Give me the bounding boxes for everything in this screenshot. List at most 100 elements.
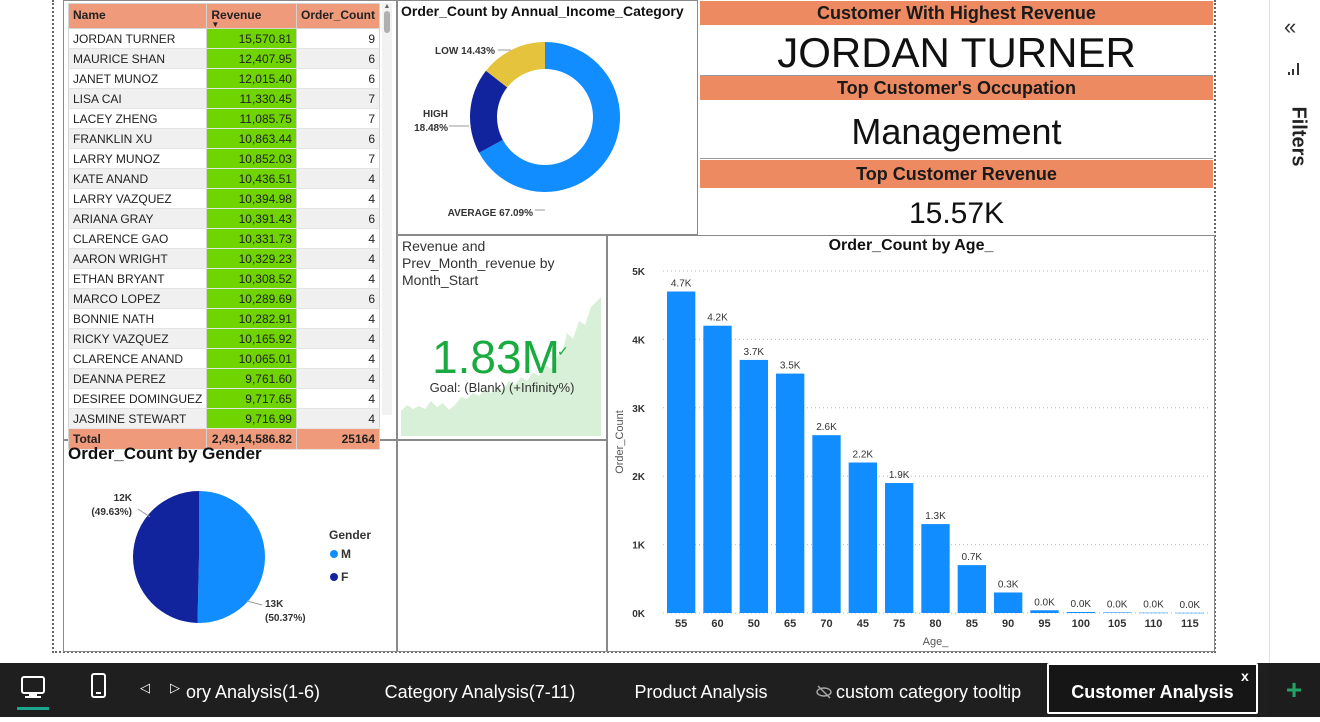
y-tick-label: 4K <box>632 335 646 346</box>
cell-name: DESIREE DOMINGUEZ <box>67 388 208 409</box>
x-tick-label: 80 <box>929 618 941 630</box>
bar-age-105[interactable] <box>1102 612 1132 613</box>
desktop-view-button[interactable] <box>14 663 52 717</box>
filters-pane-label[interactable]: Filters <box>1287 107 1310 167</box>
tab-close-icon[interactable]: x <box>1241 668 1249 684</box>
cell-name: LACEY ZHENG <box>67 108 208 129</box>
income-donut-chart[interactable]: AVERAGE 67.09% HIGH 18.48% LOW 14.43% <box>397 22 697 232</box>
cell-name: MAURICE SHAN <box>67 48 208 69</box>
y-tick-label: 1K <box>632 541 646 552</box>
add-page-button[interactable]: + <box>1268 663 1320 717</box>
cell-revenue: 10,852.03 <box>206 148 297 169</box>
table-row[interactable]: LARRY VAZQUEZ 10,394.98 4 <box>67 188 381 209</box>
bar-age-55[interactable] <box>666 291 696 613</box>
header-name[interactable]: Name <box>67 3 208 29</box>
x-tick-label: 105 <box>1108 618 1126 630</box>
table-row[interactable]: LARRY MUNOZ 10,852.03 7 <box>67 148 381 169</box>
table-row[interactable]: FRANKLIN XU 10,863.44 6 <box>67 128 381 149</box>
gender-pie-chart[interactable]: 13K (50.37%) 12K (49.63%) Gender MF <box>64 465 396 651</box>
bar-age-70[interactable] <box>812 435 841 613</box>
cell-order-count: 6 <box>295 288 381 309</box>
y-axis-title: Order_Count <box>614 410 626 474</box>
table-scrollbar[interactable]: ▲ <box>382 3 392 415</box>
cell-order-count: 6 <box>295 128 381 149</box>
donut-label-high: HIGH 18.48% <box>414 109 448 134</box>
bar-age-95[interactable] <box>1030 610 1059 613</box>
bar-age-80[interactable] <box>921 524 950 613</box>
table-row[interactable]: RICKY VAZQUEZ 10,165.92 4 <box>67 328 381 349</box>
pie-slice-f[interactable] <box>133 491 199 623</box>
gender-pie-title: Order_Count by Gender <box>68 444 262 463</box>
cell-order-count: 6 <box>295 208 381 229</box>
tab-category-analysis-7-11[interactable]: Category Analysis(7-11) <box>370 663 590 717</box>
cell-revenue: 9,716.99 <box>206 408 297 429</box>
pie-percent-label-m: (50.37%) <box>265 613 306 624</box>
tab-prev-icon[interactable]: ◁ <box>140 680 150 696</box>
table-row[interactable]: KATE ANAND 10,436.51 4 <box>67 168 381 189</box>
desktop-icon <box>17 676 49 710</box>
table-row[interactable]: LISA CAI 11,330.45 7 <box>67 88 381 109</box>
bar-data-label: 4.2K <box>707 313 728 324</box>
table-row[interactable]: LACEY ZHENG 11,085.75 7 <box>67 108 381 129</box>
bar-age-90[interactable] <box>993 592 1023 613</box>
bar-age-60[interactable] <box>703 325 732 613</box>
customer-table[interactable]: Name Revenue ▼ Order_Count JORDAN TURNER 1… <box>67 3 381 450</box>
bar-age-100[interactable] <box>1066 611 1096 613</box>
bar-age-45[interactable] <box>848 462 878 613</box>
bar-age-75[interactable] <box>884 483 914 613</box>
table-scroll-up-icon[interactable]: ▲ <box>382 3 392 10</box>
bar-age-50[interactable] <box>739 359 769 613</box>
table-row[interactable]: DESIREE DOMINGUEZ 9,717.65 4 <box>67 388 381 409</box>
table-row[interactable]: BONNIE NATH 10,282.91 4 <box>67 308 381 329</box>
table-row[interactable]: MARCO LOPEZ 10,289.69 6 <box>67 288 381 309</box>
sort-desc-icon: ▼ <box>211 20 220 29</box>
collapse-pane-icon[interactable]: « <box>1284 14 1296 40</box>
table-row[interactable]: MAURICE SHAN 12,407.95 6 <box>67 48 381 69</box>
bar-age-65[interactable] <box>775 373 805 613</box>
table-row[interactable]: DEANNA PEREZ 9,761.60 4 <box>67 368 381 389</box>
cell-revenue: 10,165.92 <box>206 328 297 349</box>
cell-name: JORDAN TURNER <box>67 28 208 49</box>
cell-name: CLARENCE GAO <box>67 228 208 249</box>
table-row[interactable]: AARON WRIGHT 10,329.23 4 <box>67 248 381 269</box>
x-tick-label: 95 <box>1038 618 1050 630</box>
bar-age-115[interactable] <box>1175 612 1205 614</box>
table-row[interactable]: ETHAN BRYANT 10,308.52 4 <box>67 268 381 289</box>
legend-marker-f <box>330 573 338 581</box>
table-row[interactable]: CLARENCE GAO 10,331.73 4 <box>67 228 381 249</box>
tab-custom-category-tooltip[interactable]: custom category tooltip <box>836 663 1036 717</box>
table-row[interactable]: CLARENCE ANAND 10,065.01 4 <box>67 348 381 369</box>
phone-view-button[interactable] <box>86 663 112 717</box>
header-order-count[interactable]: Order_Count <box>295 3 381 29</box>
bar-age-85[interactable] <box>957 565 987 613</box>
cell-revenue: 10,289.69 <box>206 288 297 309</box>
cell-revenue: 11,330.45 <box>206 88 297 109</box>
cell-order-count: 4 <box>295 248 381 269</box>
table-row[interactable]: ARIANA GRAY 10,391.43 6 <box>67 208 381 229</box>
cell-name: AARON WRIGHT <box>67 248 208 269</box>
tab-next-icon[interactable]: ▷ <box>170 680 180 696</box>
cell-revenue: 12,015.40 <box>206 68 297 89</box>
tab-category-analysis-1-6[interactable]: ory Analysis(1-6) <box>186 663 336 717</box>
table-row[interactable]: JORDAN TURNER 15,570.81 9 <box>67 28 381 49</box>
table-row[interactable]: JASMINE STEWART 9,716.99 4 <box>67 408 381 429</box>
header-revenue[interactable]: Revenue ▼ <box>206 3 297 29</box>
table-row[interactable]: JANET MUNOZ 12,015.40 6 <box>67 68 381 89</box>
donut-slice-high[interactable] <box>470 70 508 153</box>
occupation-title: Top Customer's Occupation <box>700 76 1213 100</box>
cell-revenue: 10,329.23 <box>206 248 297 269</box>
bar-data-label: 0.0K <box>1034 597 1055 608</box>
cell-order-count: 4 <box>295 348 381 369</box>
tab-customer-analysis[interactable]: Customer Analysis <box>1047 663 1258 717</box>
filter-funnel-icon[interactable] <box>1288 63 1302 75</box>
age-bar-chart[interactable]: 0K 1K 2K 3K 4K 5K 4.7K 55 4.2K 60 3.7K 50 3.5K 65 2.6K… <box>608 258 1214 650</box>
table-scrollbar-thumb[interactable] <box>384 11 390 33</box>
income-donut-title: Order_Count by Annual_Income_Category <box>401 3 684 19</box>
x-tick-label: 60 <box>711 618 723 630</box>
y-tick-label: 2K <box>632 472 646 483</box>
cell-order-count: 9 <box>295 28 381 49</box>
cell-order-count: 4 <box>295 388 381 409</box>
tab-product-analysis[interactable]: Product Analysis <box>616 663 786 717</box>
cell-revenue: 10,065.01 <box>206 348 297 369</box>
bar-age-110[interactable] <box>1139 612 1168 614</box>
